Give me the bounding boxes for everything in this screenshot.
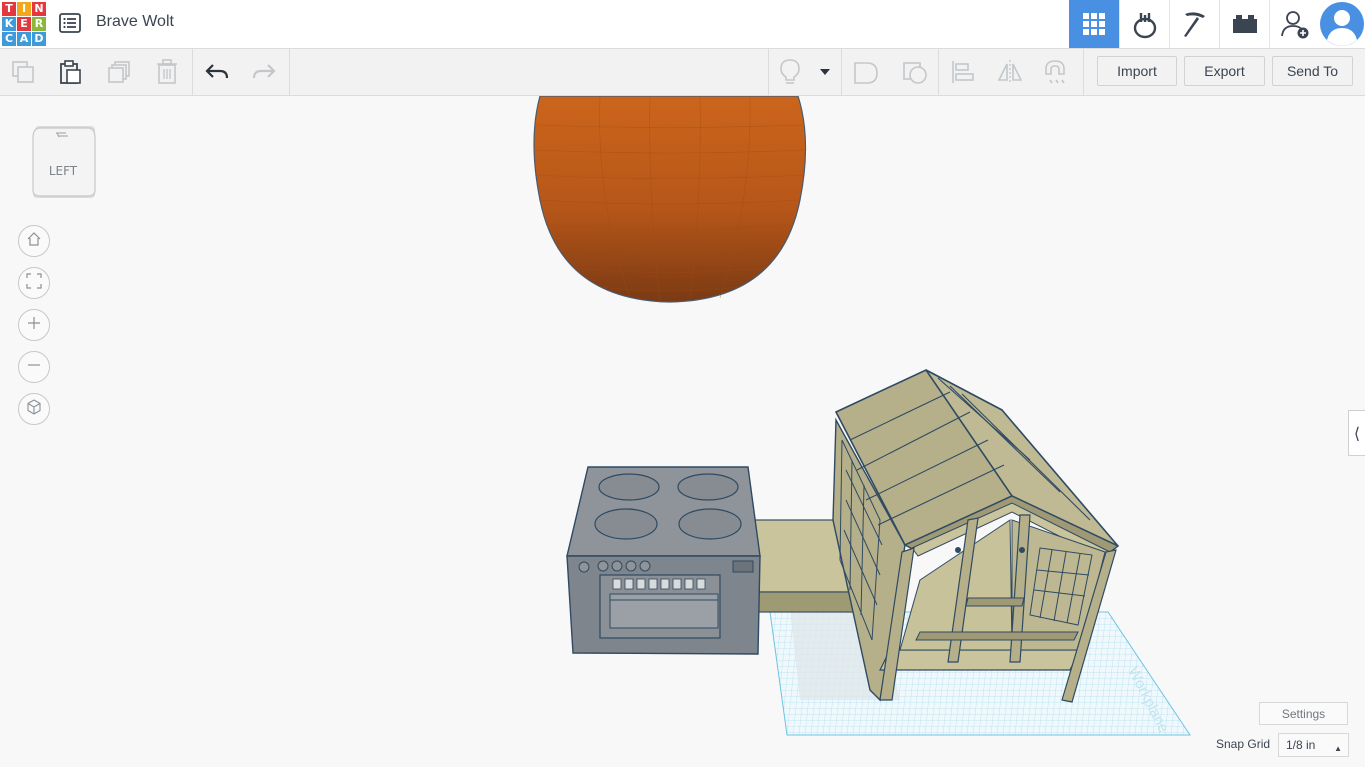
logo-letter: I: [17, 2, 31, 16]
tinkercad-logo[interactable]: T I N K E R C A D: [2, 2, 46, 46]
perspective-button[interactable]: [18, 393, 50, 425]
copy-icon[interactable]: [8, 57, 38, 87]
zoom-in-button[interactable]: [18, 309, 50, 341]
mirror-icon[interactable]: [995, 57, 1025, 87]
logo-letter: A: [17, 32, 31, 46]
plus-icon: [26, 315, 42, 335]
fit-view-button[interactable]: [18, 267, 50, 299]
add-user-icon[interactable]: [1269, 0, 1319, 48]
top-bar: T I N K E R C A D Brave Wolt: [0, 0, 1365, 49]
toolbar-divider: [768, 49, 769, 95]
zoom-out-button[interactable]: [18, 351, 50, 383]
logo-letter: E: [17, 17, 31, 31]
snap-grid-select[interactable]: 1/8 in ▲: [1278, 733, 1349, 757]
lego-brick-icon[interactable]: [1219, 0, 1269, 48]
magnet-icon[interactable]: [1041, 57, 1071, 87]
chevron-down-icon[interactable]: [812, 57, 838, 87]
export-button[interactable]: Export: [1184, 56, 1265, 86]
logo-letter: T: [2, 2, 16, 16]
snap-grid-value: 1/8 in: [1286, 738, 1316, 752]
user-avatar-icon[interactable]: [1319, 0, 1365, 48]
logo-letter: R: [32, 17, 46, 31]
delete-icon[interactable]: [152, 57, 182, 87]
group-icon[interactable]: [851, 57, 881, 87]
caret-up-icon: ▲: [1334, 744, 1342, 753]
chevron-left-icon: ⟨: [1353, 423, 1361, 443]
design-workspace[interactable]: Workplane: [0, 96, 1365, 767]
3d-design-grid-icon[interactable]: [1069, 0, 1119, 48]
view-cube[interactable]: LEFT: [30, 124, 96, 200]
minus-icon: [26, 357, 42, 377]
import-button[interactable]: Import: [1097, 56, 1177, 86]
home-view-button[interactable]: [18, 225, 50, 257]
orange-sphere[interactable]: [533, 96, 807, 303]
home-icon: [26, 231, 42, 251]
ungroup-icon[interactable]: [900, 57, 930, 87]
toolbar-divider: [841, 49, 842, 95]
logo-letter: K: [2, 17, 16, 31]
toolbar-divider: [192, 49, 193, 95]
view-cube-face-label: LEFT: [49, 164, 78, 178]
align-icon[interactable]: [948, 57, 978, 87]
gazebo-model[interactable]: [832, 369, 1120, 703]
logo-letter: N: [32, 2, 46, 16]
logo-letter: D: [32, 32, 46, 46]
edit-toolbar: Import Export Send To: [0, 49, 1365, 96]
toolbar-divider: [1083, 49, 1084, 95]
cube-icon: [26, 399, 42, 419]
redo-icon[interactable]: [249, 57, 279, 87]
stove-model[interactable]: [566, 466, 761, 655]
settings-button[interactable]: Settings: [1259, 702, 1348, 725]
toolbar-divider: [938, 49, 939, 95]
fit-view-icon: [26, 273, 42, 293]
design-title[interactable]: Brave Wolt: [96, 13, 174, 31]
minecraft-pickaxe-icon[interactable]: [1169, 0, 1219, 48]
paste-icon[interactable]: [55, 57, 85, 87]
toolbar-divider: [289, 49, 290, 95]
snap-grid-label: Snap Grid: [1216, 737, 1271, 751]
circuits-icon[interactable]: [1119, 0, 1169, 48]
duplicate-icon[interactable]: [104, 57, 134, 87]
undo-icon[interactable]: [202, 57, 232, 87]
send-to-button[interactable]: Send To: [1272, 56, 1353, 86]
shapes-panel-toggle[interactable]: ⟨: [1348, 410, 1365, 456]
logo-letter: C: [2, 32, 16, 46]
design-list-icon[interactable]: [58, 11, 82, 35]
lightbulb-icon[interactable]: [775, 57, 805, 87]
